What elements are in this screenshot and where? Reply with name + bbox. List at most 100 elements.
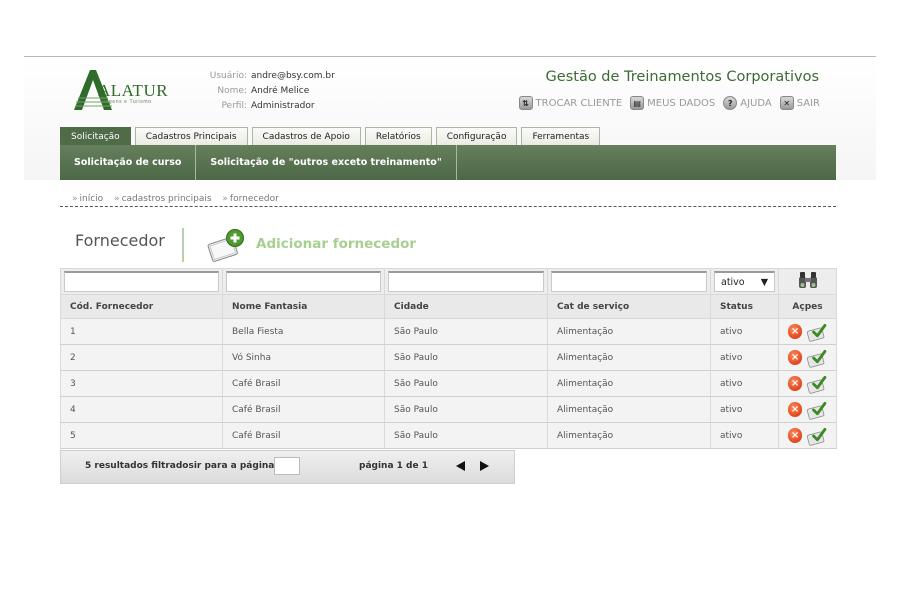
logo-text: ALATUR bbox=[98, 81, 169, 100]
results-label: 5 resultados filtradosir para a página: bbox=[85, 461, 278, 471]
table-row[interactable]: 2 Vó Sinha São Paulo Alimentação ativo × bbox=[60, 344, 837, 371]
filter-cell bbox=[384, 268, 548, 295]
edit-icon[interactable] bbox=[806, 426, 827, 446]
tab-configuracao[interactable]: Configuração bbox=[435, 127, 518, 146]
cell-cod: 4 bbox=[60, 396, 223, 423]
tab-cadastros-de-apoio[interactable]: Cadastros de Apoio bbox=[251, 127, 361, 146]
delete-icon[interactable]: × bbox=[788, 324, 803, 339]
filter-cell bbox=[778, 268, 837, 295]
delete-icon[interactable]: × bbox=[788, 428, 803, 443]
delete-icon[interactable]: × bbox=[788, 376, 803, 391]
subnav-solicitacao-outros[interactable]: Solicitação de "outros exceto treinament… bbox=[196, 145, 457, 180]
column-header-cod[interactable]: Cód. Fornecedor bbox=[60, 294, 223, 319]
cell-actions: × bbox=[778, 422, 837, 449]
table-row[interactable]: 4 Café Brasil São Paulo Alimentação ativo × bbox=[60, 396, 837, 423]
page-indicator: página 1 de 1 bbox=[359, 461, 428, 471]
column-header-acoes: Açpes bbox=[778, 294, 837, 319]
filter-cat-input[interactable] bbox=[551, 271, 707, 292]
cell-cidade: São Paulo bbox=[384, 396, 548, 423]
logo-subtitle: Viagens e Turismo bbox=[100, 99, 152, 105]
usuario-label: Usuário: bbox=[209, 71, 247, 81]
trocar-cliente-link[interactable]: ⇅ TROCAR CLIENTE bbox=[518, 96, 623, 110]
table-row[interactable]: 5 Café Brasil São Paulo Alimentação ativo × bbox=[60, 422, 837, 449]
breadcrumb-fornecedor[interactable]: fornecedor bbox=[230, 194, 279, 204]
page-title: Fornecedor bbox=[75, 231, 165, 250]
cell-cat: Alimentação bbox=[547, 344, 711, 371]
cell-status: ativo bbox=[710, 422, 779, 449]
edit-icon[interactable] bbox=[806, 400, 827, 420]
tab-ferramentas[interactable]: Ferramentas bbox=[521, 127, 601, 146]
table-row[interactable]: 3 Café Brasil São Paulo Alimentação ativo × bbox=[60, 370, 837, 397]
next-page-icon[interactable] bbox=[480, 461, 489, 471]
edit-icon[interactable] bbox=[806, 374, 827, 394]
edit-icon[interactable] bbox=[806, 322, 827, 342]
filter-nome-input[interactable] bbox=[226, 271, 381, 292]
cell-cidade: São Paulo bbox=[384, 318, 548, 345]
subnav-solicitacao-curso[interactable]: Solicitação de curso bbox=[60, 145, 197, 180]
filter-cell bbox=[222, 268, 385, 295]
cell-cat: Alimentação bbox=[547, 396, 711, 423]
cell-actions: × bbox=[778, 370, 837, 397]
breadcrumb-separator: » bbox=[222, 194, 228, 204]
main-tabs: Solicitação Cadastros Principais Cadastr… bbox=[60, 127, 604, 146]
app-title: Gestão de Treinamentos Corporativos bbox=[545, 69, 819, 85]
column-header-cat[interactable]: Cat de serviço bbox=[547, 294, 711, 319]
edit-icon[interactable] bbox=[806, 348, 827, 368]
swap-icon: ⇅ bbox=[518, 96, 533, 110]
user-info: Usuário: andre@bsy.com.br Nome: André Me… bbox=[200, 69, 335, 114]
filter-cod-input[interactable] bbox=[64, 271, 219, 292]
column-header-nome[interactable]: Nome Fantasia bbox=[222, 294, 385, 319]
binoculars-icon[interactable] bbox=[797, 271, 819, 289]
column-header-status[interactable]: Status bbox=[710, 294, 779, 319]
delete-icon[interactable]: × bbox=[788, 350, 803, 365]
column-header-cidade[interactable]: Cidade bbox=[384, 294, 548, 319]
trocar-cliente-label: TROCAR CLIENTE bbox=[535, 97, 623, 109]
cell-cidade: São Paulo bbox=[384, 370, 548, 397]
breadcrumb-inicio[interactable]: início bbox=[80, 194, 104, 204]
delete-icon[interactable]: × bbox=[788, 402, 803, 417]
row-actions: × bbox=[788, 348, 827, 368]
tab-solicitacao[interactable]: Solicitação bbox=[60, 127, 131, 146]
meus-dados-link[interactable]: ▤ MEUS DADOS bbox=[630, 96, 715, 110]
nome-value: André Melice bbox=[251, 86, 310, 96]
cell-cod: 5 bbox=[60, 422, 223, 449]
cell-nome: Vó Sinha bbox=[222, 344, 385, 371]
usuario-value: andre@bsy.com.br bbox=[251, 71, 335, 81]
meus-dados-label: MEUS DADOS bbox=[647, 97, 716, 109]
top-links: ⇅ TROCAR CLIENTE ▤ MEUS DADOS ? AJUDA ✕ … bbox=[518, 96, 820, 110]
cell-cat: Alimentação bbox=[547, 370, 711, 397]
add-fornecedor-link[interactable]: Adicionar fornecedor bbox=[256, 236, 416, 252]
prev-page-icon[interactable] bbox=[456, 461, 465, 471]
tab-relatorios[interactable]: Relatórios bbox=[364, 127, 432, 146]
pagination: 5 resultados filtradosir para a página: … bbox=[60, 450, 515, 484]
status-select[interactable]: ativo ▼ bbox=[714, 271, 775, 292]
ajuda-link[interactable]: ? AJUDA bbox=[723, 96, 772, 110]
add-document-icon[interactable] bbox=[206, 228, 248, 262]
cell-cod: 2 bbox=[60, 344, 223, 371]
fornecedor-table: ativo ▼ Cód. Fornecedor Nome Fantasia Ci… bbox=[60, 268, 837, 449]
breadcrumb-cadastros-principais[interactable]: cadastros principais bbox=[122, 194, 212, 204]
title-divider bbox=[182, 228, 184, 262]
cell-status: ativo bbox=[710, 370, 779, 397]
header-row: Cód. Fornecedor Nome Fantasia Cidade Cat… bbox=[60, 294, 837, 319]
dropdown-arrow-icon: ▼ bbox=[760, 276, 768, 288]
cell-cidade: São Paulo bbox=[384, 422, 548, 449]
cell-cidade: São Paulo bbox=[384, 344, 548, 371]
cell-cod: 3 bbox=[60, 370, 223, 397]
row-actions: × bbox=[788, 374, 827, 394]
filter-cell bbox=[60, 268, 223, 295]
cell-status: ativo bbox=[710, 344, 779, 371]
status-select-value: ativo bbox=[721, 276, 745, 288]
page-number-input[interactable] bbox=[274, 457, 300, 475]
filter-cidade-input[interactable] bbox=[388, 271, 544, 292]
cell-status: ativo bbox=[710, 318, 779, 345]
cell-actions: × bbox=[778, 318, 837, 345]
perfil-label: Perfil: bbox=[221, 101, 247, 111]
filter-cell bbox=[547, 268, 711, 295]
filter-cell: ativo ▼ bbox=[710, 268, 779, 295]
sub-nav: Solicitação de curso Solicitação de "out… bbox=[60, 145, 836, 180]
tab-cadastros-principais[interactable]: Cadastros Principais bbox=[134, 127, 248, 146]
table-row[interactable]: 1 Bella Fiesta São Paulo Alimentação ativo × bbox=[60, 318, 837, 345]
cell-nome: Café Brasil bbox=[222, 396, 385, 423]
sair-link[interactable]: ✕ SAIR bbox=[779, 96, 820, 110]
